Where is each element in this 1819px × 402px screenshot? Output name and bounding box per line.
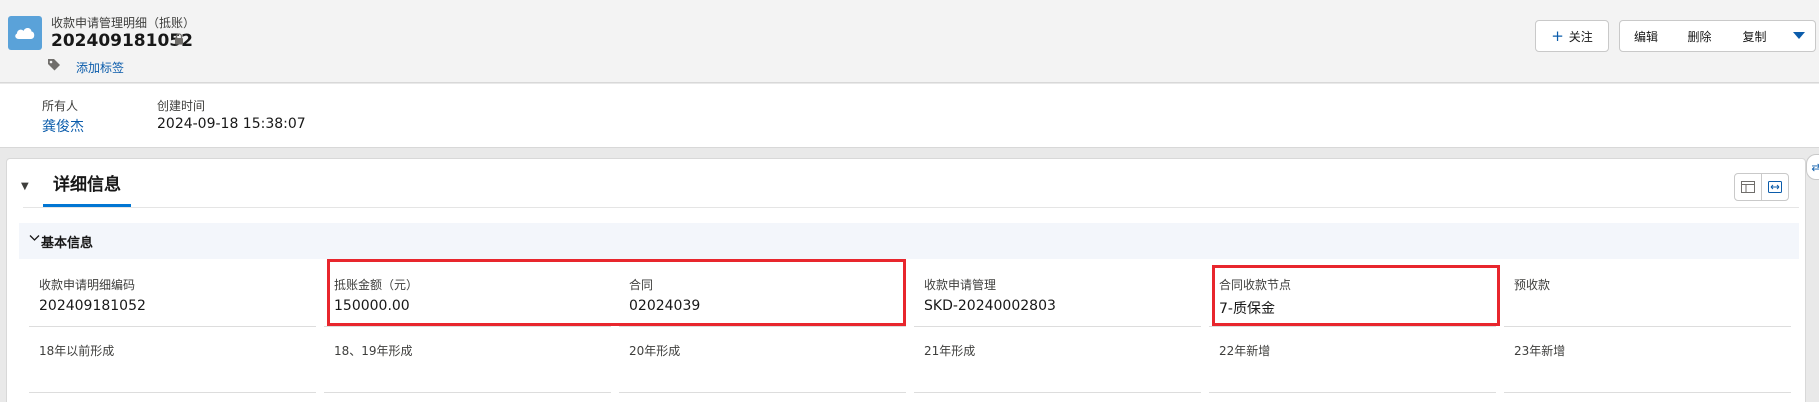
- side-panel-handle[interactable]: ⇄: [1806, 154, 1819, 180]
- record-title: 202409181052: [51, 31, 193, 51]
- edit-button[interactable]: 编辑: [1619, 20, 1673, 52]
- layout-toggle-button[interactable]: [1734, 173, 1762, 201]
- field-label: 21年形成: [924, 344, 976, 358]
- object-type-label: 收款申请管理明细（抵账）: [51, 16, 196, 30]
- detail-card: ▼ 详细信息 基本信息 收款申请明细编码 202409181052 抵账金额（元…: [6, 158, 1806, 402]
- add-tag-link[interactable]: 添加标签: [76, 59, 124, 76]
- cloud-icon: [8, 16, 42, 50]
- highlight-box-amount-contract: [327, 259, 906, 326]
- section-title: 基本信息: [41, 235, 94, 251]
- highlights-panel: 所有人 龚俊杰 创建时间 2024-09-18 15:38:07: [0, 84, 1819, 148]
- field-label: 18年以前形成: [39, 344, 115, 358]
- tabs-divider: [23, 207, 1799, 208]
- highlight-box-collection-node: [1212, 265, 1500, 326]
- tag-icon: [47, 58, 61, 74]
- section-header-basic-info[interactable]: 基本信息: [19, 223, 1799, 259]
- field-label: 18、19年形成: [334, 344, 413, 358]
- field-divider: [29, 326, 316, 327]
- field-label: 23年新增: [1514, 344, 1566, 358]
- field-divider: [324, 326, 611, 327]
- expand-width-button[interactable]: [1761, 173, 1789, 201]
- collapse-triangle-icon[interactable]: ▼: [21, 181, 29, 192]
- collection-request-link[interactable]: SKD-20240002803: [924, 298, 1056, 314]
- plus-icon: +: [1551, 26, 1564, 45]
- field-label: 收款申请管理: [924, 278, 997, 292]
- field-divider: [1504, 392, 1791, 393]
- field-divider: [914, 326, 1201, 327]
- follow-button-label: 关注: [1568, 29, 1593, 44]
- copy-button[interactable]: 复制: [1727, 20, 1783, 52]
- owner-link[interactable]: 龚俊杰: [42, 116, 84, 136]
- expand-width-icon: [1768, 181, 1782, 193]
- delete-button[interactable]: 删除: [1672, 20, 1728, 52]
- field-divider: [914, 392, 1201, 393]
- created-time-value: 2024-09-18 15:38:07: [157, 116, 306, 132]
- follow-button[interactable]: + 关注: [1535, 20, 1609, 52]
- layout-icon: [1741, 181, 1755, 193]
- field-label: 22年新增: [1219, 344, 1271, 358]
- field-divider: [1504, 326, 1791, 327]
- field-divider: [619, 392, 906, 393]
- more-actions-button[interactable]: [1782, 20, 1816, 52]
- field-divider: [1209, 392, 1496, 393]
- field-divider: [29, 392, 316, 393]
- field-divider: [619, 326, 906, 327]
- lock-icon: [174, 33, 184, 48]
- chevron-down-icon: [1792, 32, 1805, 39]
- field-divider: [1209, 326, 1496, 327]
- field-label: 预收款: [1514, 278, 1551, 292]
- tab-details[interactable]: 详细信息: [43, 171, 131, 207]
- field-divider: [324, 392, 611, 393]
- owner-label: 所有人: [42, 99, 79, 113]
- created-time-label: 创建时间: [157, 99, 206, 113]
- field-label: 20年形成: [629, 344, 681, 358]
- chevron-down-icon: [29, 235, 40, 241]
- record-header: 收款申请管理明细（抵账） 202409181052 添加标签 + 关注 编辑 删…: [0, 0, 1819, 83]
- field-value: 202409181052: [39, 298, 146, 314]
- field-label: 收款申请明细编码: [39, 278, 136, 292]
